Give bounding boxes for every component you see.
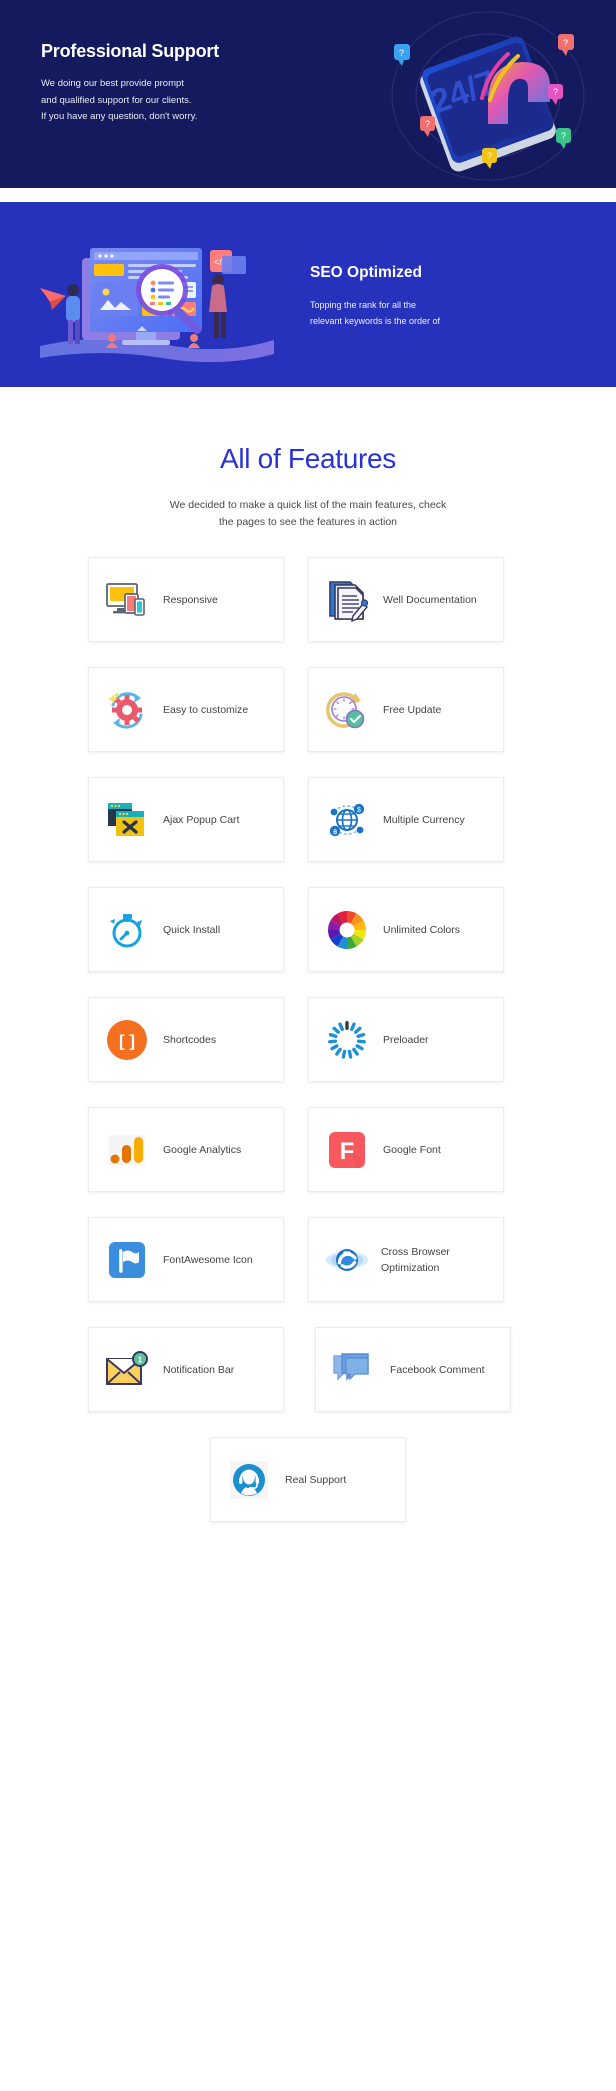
headset-person-icon [227, 1458, 271, 1502]
features-subtitle-line-1: We decided to make a quick list of the m… [169, 499, 447, 511]
hero-support-title: Professional Support [41, 41, 220, 61]
svg-text:?: ? [563, 38, 568, 48]
feature-card-facebook-comment[interactable]: Facebook Comment [315, 1327, 511, 1412]
svg-text:$: $ [357, 807, 361, 814]
color-wheel-icon [325, 908, 369, 952]
gear-refresh-icon [105, 688, 149, 732]
hero-seo-description: Topping the rank for all the relevant ke… [310, 297, 570, 329]
hero-professional-support: Professional Support We doing our best p… [0, 0, 616, 188]
features-heading: All of Features [219, 443, 397, 474]
feature-card-notification-bar[interactable]: 1 Notification Bar [88, 1327, 284, 1412]
feature-card-multiple-currency[interactable]: $ ฿ Multiple Currency [308, 777, 504, 862]
seo-illustration: </> [22, 228, 292, 368]
responsive-devices-icon [105, 578, 149, 622]
analytics-bars-icon [105, 1128, 149, 1172]
svg-text:฿: ฿ [333, 828, 337, 836]
features-grid: Responsive Well Documentation Easy to cu… [88, 557, 528, 1412]
hero-seo-desc-line-2: relevant keywords is the order of [310, 316, 441, 326]
google-font-f-icon: F [325, 1128, 369, 1172]
hero-seo-title: SEO Optimized [310, 264, 422, 281]
hero-seo-desc-line-1: Topping the rank for all the [310, 300, 417, 310]
svg-text:?: ? [425, 119, 430, 129]
feature-card-free-update[interactable]: Free Update [308, 667, 504, 752]
hero-support-desc-line-1: We doing our best provide prompt [41, 78, 184, 89]
feature-label: Shortcodes [163, 1033, 217, 1046]
svg-text:1: 1 [138, 1355, 143, 1364]
popup-window-close-icon [105, 798, 149, 842]
feature-label: Multiple Currency [383, 813, 465, 826]
svg-text:F: F [340, 1138, 355, 1165]
feature-label: Google Font [383, 1143, 441, 1156]
envelope-badge-icon: 1 [105, 1348, 149, 1392]
svg-text:?: ? [553, 87, 558, 97]
feature-card-real-support[interactable]: Real Support [210, 1437, 406, 1522]
feature-card-responsive[interactable]: Responsive [88, 557, 284, 642]
feature-label: Quick Install [163, 923, 221, 936]
feature-label: Free Update [383, 703, 442, 716]
feature-label: Cross Browser Optimization [381, 1245, 450, 1274]
feature-label: Notification Bar [163, 1363, 235, 1376]
clock-check-icon [325, 688, 369, 732]
spinner-icon [325, 1018, 369, 1062]
feature-card-unlimited-colors[interactable]: Unlimited Colors [308, 887, 504, 972]
feature-label: Well Documentation [383, 593, 477, 606]
feature-label: Real Support [285, 1473, 347, 1486]
hero-support-description: We doing our best provide prompt and qua… [41, 76, 341, 126]
stopwatch-icon [105, 908, 149, 952]
hero-seo-optimized: </> SEO Optimized Topping the rank for a… [0, 202, 616, 387]
internet-explorer-icon [325, 1238, 369, 1282]
svg-text:?: ? [399, 48, 404, 58]
documents-pencil-icon [325, 578, 369, 622]
svg-text:[ ]: [ ] [119, 1031, 135, 1050]
hero-seo-copy: SEO Optimized Topping the rank for all t… [310, 264, 570, 329]
globe-currency-icon: $ ฿ [325, 798, 369, 842]
feature-label: Responsive [163, 593, 218, 606]
feature-card-ajax-popup-cart[interactable]: Ajax Popup Cart [88, 777, 284, 862]
flag-square-icon [105, 1238, 149, 1282]
speech-bubbles-icon [332, 1348, 376, 1392]
hero-support-desc-line-3: If you have any question, don't worry. [41, 111, 198, 122]
feature-label: Ajax Popup Cart [163, 813, 240, 826]
section-divider [0, 188, 616, 202]
feature-card-google-analytics[interactable]: Google Analytics [88, 1107, 284, 1192]
hero-support-copy: Professional Support We doing our best p… [41, 41, 341, 126]
feature-label: Unlimited Colors [383, 923, 461, 936]
features-subtitle: We decided to make a quick list of the m… [128, 497, 488, 531]
brackets-circle-icon: [ ] [105, 1018, 149, 1062]
hero-support-desc-line-2: and qualified support for our clients. [41, 94, 192, 106]
features-section: All of Features We decided to make a qui… [0, 387, 616, 1566]
support-24-7-illustration: 24/7 ? ? ? ? ? ? [370, 6, 600, 186]
feature-card-easy-to-customize[interactable]: Easy to customize [88, 667, 284, 752]
feature-label: Easy to customize [163, 703, 249, 716]
feature-card-shortcodes[interactable]: [ ] Shortcodes [88, 997, 284, 1082]
feature-card-fontawesome-icon[interactable]: FontAwesome Icon [88, 1217, 284, 1302]
features-grid-last-row: Real Support [88, 1437, 528, 1522]
feature-card-google-font[interactable]: F Google Font [308, 1107, 504, 1192]
feature-card-quick-install[interactable]: Quick Install [88, 887, 284, 972]
feature-label: Preloader [383, 1033, 429, 1046]
features-subtitle-line-2: the pages to see the features in action [218, 516, 398, 528]
feature-label: FontAwesome Icon [163, 1253, 253, 1266]
svg-text:?: ? [561, 131, 566, 141]
feature-label: Facebook Comment [390, 1363, 485, 1376]
svg-text:?: ? [487, 151, 492, 161]
feature-card-well-documentation[interactable]: Well Documentation [308, 557, 504, 642]
feature-label: Google Analytics [163, 1143, 242, 1156]
feature-card-preloader[interactable]: Preloader [308, 997, 504, 1082]
feature-card-cross-browser-optimization[interactable]: Cross Browser Optimization [308, 1217, 504, 1302]
